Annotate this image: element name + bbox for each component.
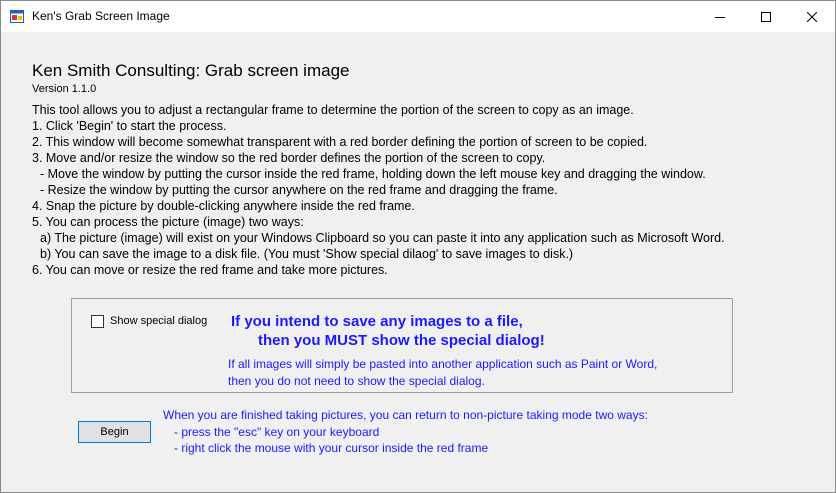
instruction-step-5b: b) You can save the image to a disk file… (40, 247, 574, 261)
title-bar[interactable]: Ken's Grab Screen Image (1, 1, 835, 32)
begin-button[interactable]: Begin (78, 421, 151, 443)
paste-note-line-1: If all images will simply be pasted into… (228, 357, 658, 371)
close-icon (807, 11, 817, 22)
instruction-step-5: 5. You can process the picture (image) t… (32, 215, 304, 229)
instruction-step-6: 6. You can move or resize the red frame … (32, 263, 388, 277)
show-special-dialog-checkbox[interactable] (91, 315, 104, 328)
finish-info-line-1: When you are finished taking pictures, y… (163, 408, 648, 422)
window-content: Ken Smith Consulting: Grab screen image … (1, 32, 835, 492)
instruction-step-3-move: - Move the window by putting the cursor … (40, 167, 706, 181)
finish-info-esc: - press the "esc" key on your keyboard (174, 425, 380, 439)
finish-info-right-click: - right click the mouse with your cursor… (174, 441, 489, 455)
page-title: Ken Smith Consulting: Grab screen image (32, 61, 350, 80)
minimize-icon (715, 16, 725, 18)
show-special-dialog-label[interactable]: Show special dialog (110, 315, 207, 327)
maximize-button[interactable] (743, 1, 789, 32)
instruction-step-2: 2. This window will become somewhat tran… (32, 135, 648, 149)
minimize-button[interactable] (697, 1, 743, 32)
save-warning-line-1: If you intend to save any images to a fi… (231, 313, 523, 330)
close-button[interactable] (789, 1, 835, 32)
instruction-step-4: 4. Snap the picture by double-clicking a… (32, 199, 415, 213)
instruction-step-3-resize: - Resize the window by putting the curso… (40, 183, 558, 197)
special-dialog-groupbox: Show special dialog If you intend to sav… (71, 298, 733, 393)
save-warning-line-2: then you MUST show the special dialog! (258, 332, 545, 349)
window-title: Ken's Grab Screen Image (32, 9, 170, 23)
main-window: Ken's Grab Screen Image Ken Smith Consul… (0, 0, 836, 493)
instruction-step-1: 1. Click 'Begin' to start the process. (32, 119, 227, 133)
app-window-icon (10, 10, 24, 23)
maximize-icon (761, 11, 771, 22)
instruction-step-3: 3. Move and/or resize the window so the … (32, 151, 546, 165)
instruction-intro: This tool allows you to adjust a rectang… (32, 103, 634, 117)
version-label: Version 1.1.0 (32, 83, 97, 95)
instruction-step-5a: a) The picture (image) will exist on you… (40, 231, 725, 245)
paste-note-line-2: then you do not need to show the special… (228, 374, 485, 388)
